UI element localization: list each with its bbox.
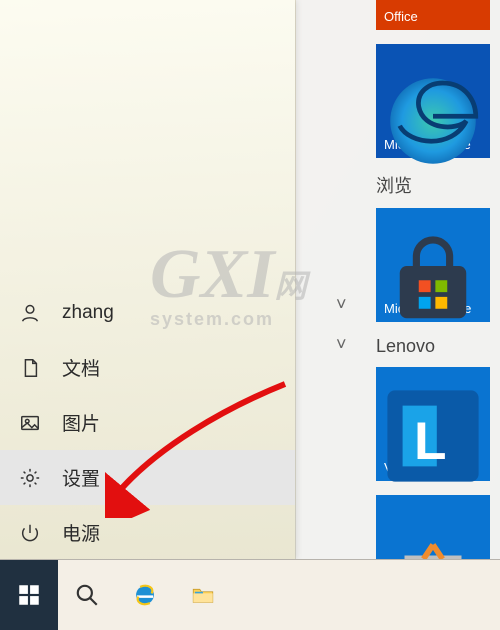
rail-item-power[interactable]: 电源 xyxy=(0,505,295,560)
start-button[interactable] xyxy=(0,560,58,630)
taskbar-search-button[interactable] xyxy=(58,560,116,630)
taskbar xyxy=(0,559,500,630)
power-icon xyxy=(18,521,42,545)
start-menu-screenshot: ˅ Office Microsoft Edge 浏览 Microsoft Sto… xyxy=(0,0,500,630)
rail-label: 设置 xyxy=(62,464,100,491)
user-icon xyxy=(18,301,42,325)
rail-label: 电源 xyxy=(62,519,100,546)
tile-microsoft-edge[interactable]: Microsoft Edge xyxy=(376,44,490,158)
start-left-rail: zhang 文档 图片 设置 xyxy=(0,0,295,560)
start-tiles-panel: ˅ Office Microsoft Edge 浏览 Microsoft Sto… xyxy=(296,0,500,560)
svg-text:L: L xyxy=(414,412,447,471)
gear-icon xyxy=(18,466,42,490)
edge-icon xyxy=(376,64,490,178)
taskbar-file-explorer-button[interactable] xyxy=(174,560,232,630)
windows-icon xyxy=(16,582,42,608)
rail-label: zhang xyxy=(62,302,114,324)
search-icon xyxy=(74,582,100,608)
internet-explorer-icon xyxy=(132,582,158,608)
tile-lenovo-vantage[interactable]: L Vantage xyxy=(376,367,490,481)
chevron-down-icon[interactable]: ˅ xyxy=(336,294,490,315)
document-icon xyxy=(18,356,42,380)
taskbar-ie-button[interactable] xyxy=(116,560,174,630)
store-icon xyxy=(376,228,490,342)
pictures-icon xyxy=(18,411,42,435)
rail-label: 文档 xyxy=(62,354,100,381)
file-explorer-icon xyxy=(190,582,216,608)
tile-label: Office xyxy=(384,9,482,24)
chevron-down-icon[interactable]: ˅ xyxy=(336,334,490,355)
rail-item-user[interactable]: zhang xyxy=(0,285,295,340)
vantage-icon: L xyxy=(376,379,490,493)
rail-item-settings[interactable]: 设置 xyxy=(0,450,295,505)
rail-item-pictures[interactable]: 图片 xyxy=(0,395,295,450)
tile-office[interactable]: Office xyxy=(376,0,490,30)
rail-item-documents[interactable]: 文档 xyxy=(0,340,295,395)
rail-label: 图片 xyxy=(62,409,100,436)
